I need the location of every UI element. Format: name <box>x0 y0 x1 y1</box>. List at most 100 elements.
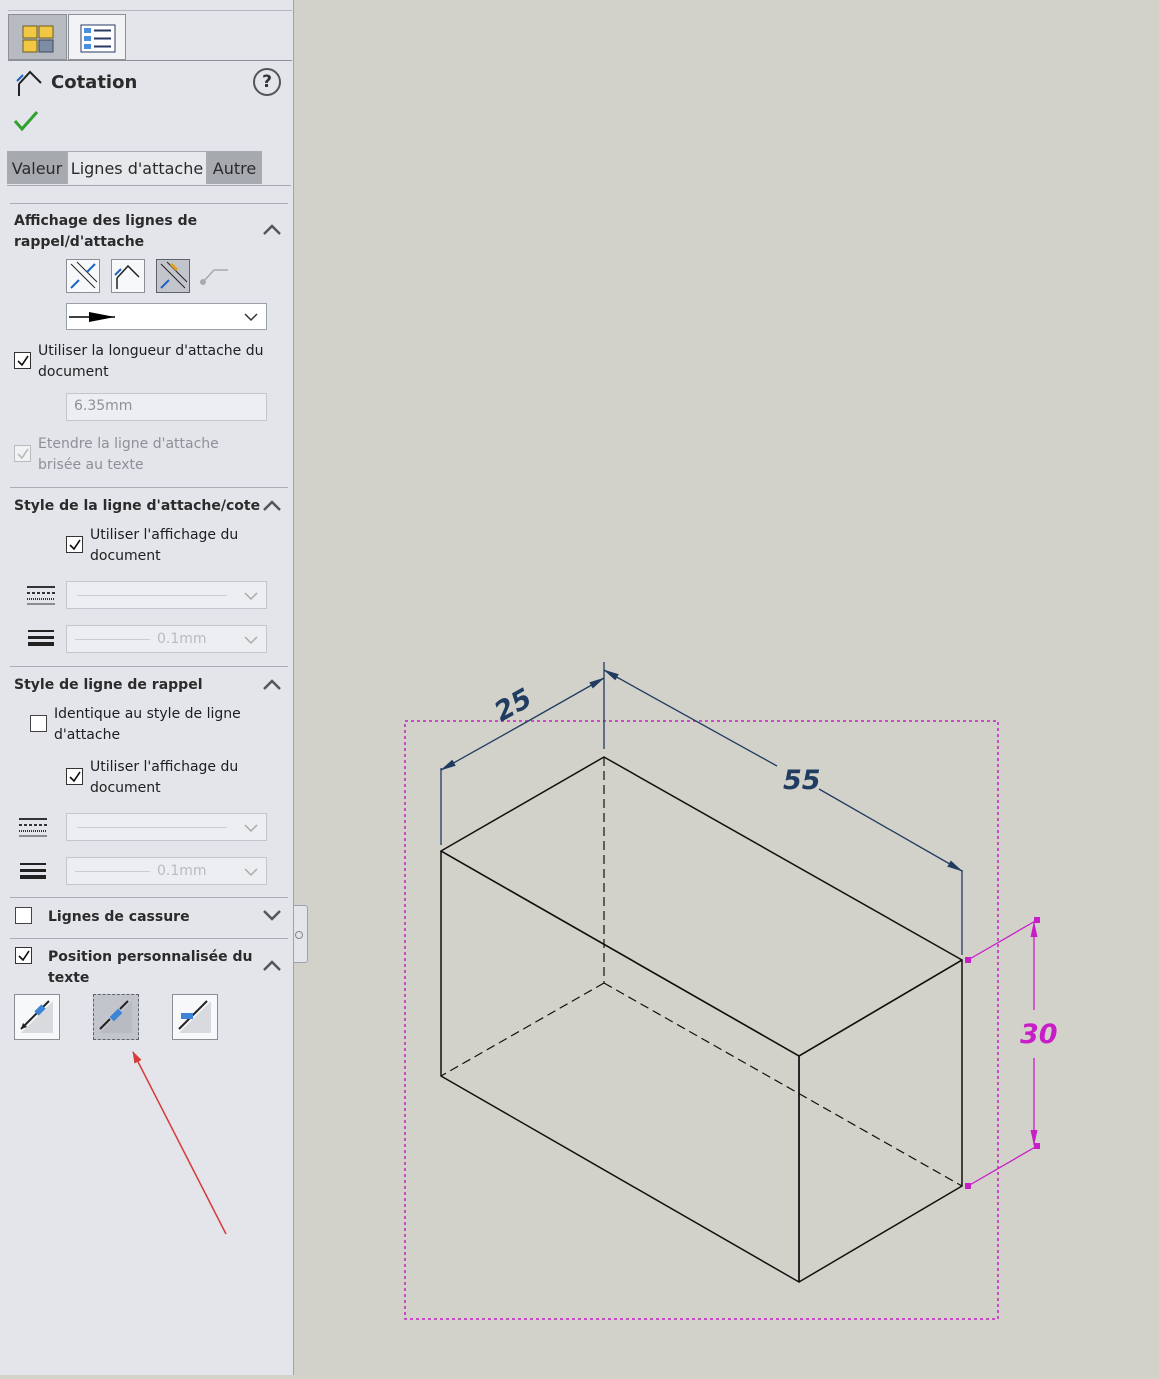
thickness-value: 0.1mm <box>157 631 207 647</box>
line-thickness-icon <box>20 863 46 879</box>
text-pos-broken-leader-button[interactable] <box>93 994 139 1040</box>
dimension-icon <box>16 70 42 96</box>
dimension-55[interactable]: 55 <box>603 669 963 955</box>
tab-valeur[interactable]: Valeur <box>7 151 67 184</box>
checkmark-icon <box>69 771 81 783</box>
chevron-down-icon <box>244 313 258 322</box>
section-ext-title: Style de ligne de rappel <box>14 677 203 693</box>
text-align-broken-icon <box>99 1000 132 1033</box>
text-align-horizontal-icon <box>178 1000 211 1033</box>
dimension-line <box>440 723 524 771</box>
ok-check-icon[interactable] <box>13 110 39 132</box>
dimension-text[interactable]: 30 <box>1020 1019 1058 1050</box>
grip-handle[interactable] <box>1034 917 1040 923</box>
help-button[interactable]: ? <box>253 68 281 96</box>
grip-handle[interactable] <box>965 957 971 963</box>
extend-leader-label: Etendre la ligne d'attache brisée au tex… <box>38 436 219 473</box>
annotation-arrow <box>132 1051 227 1235</box>
dimension-line <box>818 788 963 872</box>
dimension-text[interactable]: 55 <box>783 765 821 796</box>
section-separator <box>10 487 288 488</box>
drawing-canvas[interactable]: 25 55 30 <box>295 0 1159 1375</box>
section-textpos-title: Position personnalisée du texte <box>48 949 253 986</box>
line-style-icon <box>27 586 55 605</box>
feature-manager-tab[interactable] <box>8 14 67 60</box>
line-preview <box>75 639 150 640</box>
drawing-area[interactable]: 25 55 30 <box>295 0 1159 1375</box>
line-preview <box>77 595 227 596</box>
checkmark-icon <box>69 539 81 551</box>
box-edges[interactable] <box>440 756 963 1283</box>
line-preview <box>77 827 227 828</box>
tab-lignes-attache[interactable]: Lignes d'attache <box>67 151 207 184</box>
extension-line <box>967 1145 1038 1187</box>
chevron-down-icon <box>244 592 258 601</box>
checkmark-icon <box>17 448 29 460</box>
section-break-title: Lignes de cassure <box>48 909 190 925</box>
extension-line <box>967 919 1038 961</box>
list-icon <box>80 24 116 53</box>
same-style-label: Identique au style de ligne d'attache <box>54 706 241 743</box>
leader-inside-button[interactable] <box>156 259 190 293</box>
ext-line-style-select <box>66 813 267 841</box>
ext-use-doc-label: Utiliser l'affichage du document <box>90 759 239 796</box>
ext-use-doc-checkbox[interactable] <box>66 768 83 785</box>
bent-leader-icon[interactable] <box>198 266 230 288</box>
property-list-tab[interactable] <box>68 14 126 60</box>
style-use-doc-label: Utiliser l'affichage du document <box>90 527 239 564</box>
chevron-down-icon <box>244 868 258 877</box>
line-thickness-icon <box>28 630 54 646</box>
line-style-select <box>66 581 267 609</box>
ext-thickness-value: 0.1mm <box>157 863 207 879</box>
panel-top-strip <box>8 0 292 11</box>
chevron-up-icon[interactable] <box>262 498 282 512</box>
break-lines-checkbox[interactable] <box>15 907 32 924</box>
chevron-down-icon[interactable] <box>262 908 282 922</box>
checkmark-icon <box>17 355 29 367</box>
dimension-leader-icon <box>114 264 140 289</box>
property-manager-icon <box>22 25 54 53</box>
dimension-30-selected[interactable]: 30 <box>965 917 1058 1189</box>
grip-handle[interactable] <box>1034 1143 1040 1149</box>
panel-title: Cotation <box>51 72 138 93</box>
section-leader-title: Affichage des lignes de rappel/d'attache <box>14 213 198 250</box>
same-style-checkbox[interactable] <box>30 715 47 732</box>
dimension-25[interactable]: 25 <box>440 662 605 845</box>
dimension-line <box>603 669 778 767</box>
chevron-up-icon[interactable] <box>262 677 282 691</box>
text-align-solid-icon <box>20 1000 53 1033</box>
custom-text-pos-checkbox[interactable] <box>15 947 32 964</box>
use-doc-length-checkbox[interactable] <box>14 352 31 369</box>
chevron-up-icon[interactable] <box>262 222 282 236</box>
section-separator <box>10 938 288 939</box>
section-style-title: Style de la ligne d'attache/cote <box>14 498 261 514</box>
line-preview <box>75 871 150 872</box>
leader-length-input[interactable]: 6.35mm <box>66 393 267 421</box>
chevron-up-icon[interactable] <box>262 958 282 972</box>
arrow-style-icon <box>69 312 115 322</box>
chevron-down-icon <box>244 636 258 645</box>
leader-smart-button[interactable] <box>111 259 145 293</box>
text-pos-solid-leader-button[interactable] <box>14 994 60 1040</box>
line-style-icon <box>19 818 47 837</box>
checkmark-icon <box>18 950 30 962</box>
grip-handle[interactable] <box>965 1183 971 1189</box>
tab-divider <box>8 60 292 61</box>
chevron-down-icon <box>244 824 258 833</box>
arrows-outside-icon <box>70 261 98 289</box>
leader-length-value: 6.35mm <box>74 398 133 414</box>
dimension-line <box>522 677 605 725</box>
section-separator <box>10 666 288 667</box>
extend-leader-checkbox <box>14 445 31 462</box>
use-doc-length-label: Utiliser la longueur d'attache du docume… <box>38 343 264 380</box>
leader-outside-button[interactable] <box>66 259 100 293</box>
style-use-doc-checkbox[interactable] <box>66 536 83 553</box>
tabs-bottom-line <box>7 185 291 186</box>
section-separator <box>10 203 288 204</box>
ext-line-thickness-select: 0.1mm <box>66 857 267 885</box>
arrows-inside-icon <box>160 261 188 289</box>
arrow-style-select[interactable] <box>66 303 267 330</box>
selection-box <box>404 720 999 1320</box>
tab-autre[interactable]: Autre <box>207 151 262 184</box>
text-pos-horizontal-button[interactable] <box>172 994 218 1040</box>
